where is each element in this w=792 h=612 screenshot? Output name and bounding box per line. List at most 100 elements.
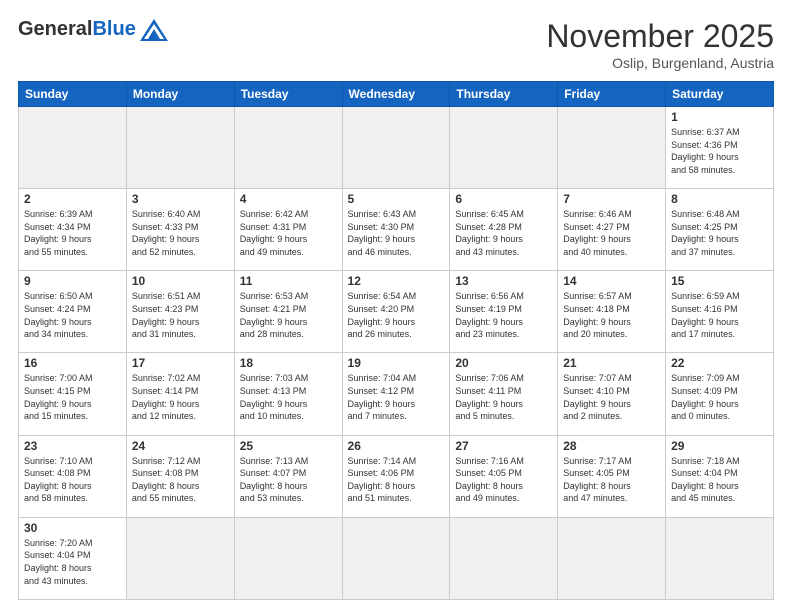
day-number: 11	[240, 274, 337, 288]
calendar-cell: 20Sunrise: 7:06 AM Sunset: 4:11 PM Dayli…	[450, 353, 558, 435]
calendar-cell	[558, 107, 666, 189]
calendar-cell: 2 Sunrise: 6:39 AM Sunset: 4:34 PM Daylig…	[19, 189, 127, 271]
calendar-header-saturday: Saturday	[666, 82, 774, 107]
day-number: 6	[455, 192, 552, 206]
calendar-week-row: 16 Sunrise: 7:00 AM Sunset: 4:15 PM Dayli…	[19, 353, 774, 435]
day-number: 28	[563, 439, 660, 453]
calendar-cell	[342, 107, 450, 189]
day-number: 14	[563, 274, 660, 288]
day-info: Sunrise: 6:59 AM Sunset: 4:16 PM Dayligh…	[671, 290, 768, 340]
day-number: 2	[24, 192, 121, 206]
calendar-cell: 7 Sunrise: 6:46 AM Sunset: 4:27 PM Daylig…	[558, 189, 666, 271]
calendar-cell	[126, 107, 234, 189]
day-info: Sunrise: 7:02 AM Sunset: 4:14 PM Dayligh…	[132, 372, 229, 422]
day-info: Sunrise: 7:20 AM Sunset: 4:04 PM Dayligh…	[24, 537, 121, 587]
day-number: 27	[455, 439, 552, 453]
day-info: Sunrise: 7:04 AM Sunset: 4:12 PM Dayligh…	[348, 372, 445, 422]
calendar-cell: 6 Sunrise: 6:45 AM Sunset: 4:28 PM Daylig…	[450, 189, 558, 271]
day-number: 12	[348, 274, 445, 288]
day-number: 18	[240, 356, 337, 370]
calendar-cell	[558, 517, 666, 599]
calendar-cell	[450, 517, 558, 599]
calendar-header-tuesday: Tuesday	[234, 82, 342, 107]
day-info: Sunrise: 7:07 AM Sunset: 4:10 PM Dayligh…	[563, 372, 660, 422]
calendar-cell: 26 Sunrise: 7:14 AM Sunset: 4:06 PM Dayli…	[342, 435, 450, 517]
calendar-cell: 30 Sunrise: 7:20 AM Sunset: 4:04 PM Dayli…	[19, 517, 127, 599]
day-number: 3	[132, 192, 229, 206]
calendar-cell: 11 Sunrise: 6:53 AM Sunset: 4:21 PM Dayli…	[234, 271, 342, 353]
day-info: Sunrise: 7:18 AM Sunset: 4:04 PM Dayligh…	[671, 455, 768, 505]
calendar-week-row: 30 Sunrise: 7:20 AM Sunset: 4:04 PM Dayli…	[19, 517, 774, 599]
calendar-cell: 15 Sunrise: 6:59 AM Sunset: 4:16 PM Dayli…	[666, 271, 774, 353]
calendar-cell: 22Sunrise: 7:09 AM Sunset: 4:09 PM Dayli…	[666, 353, 774, 435]
day-info: Sunrise: 6:46 AM Sunset: 4:27 PM Dayligh…	[563, 208, 660, 258]
calendar-cell: 4 Sunrise: 6:42 AM Sunset: 4:31 PM Daylig…	[234, 189, 342, 271]
day-info: Sunrise: 6:42 AM Sunset: 4:31 PM Dayligh…	[240, 208, 337, 258]
day-info: Sunrise: 7:14 AM Sunset: 4:06 PM Dayligh…	[348, 455, 445, 505]
calendar-cell: 14 Sunrise: 6:57 AM Sunset: 4:18 PM Dayli…	[558, 271, 666, 353]
day-number: 26	[348, 439, 445, 453]
calendar-cell	[450, 107, 558, 189]
calendar-cell: 21 Sunrise: 7:07 AM Sunset: 4:10 PM Dayli…	[558, 353, 666, 435]
calendar-table: SundayMondayTuesdayWednesdayThursdayFrid…	[18, 81, 774, 600]
calendar-cell	[342, 517, 450, 599]
calendar-cell	[126, 517, 234, 599]
calendar-cell: 23Sunrise: 7:10 AM Sunset: 4:08 PM Dayli…	[19, 435, 127, 517]
logo-icon	[140, 19, 168, 41]
day-info: Sunrise: 7:06 AM Sunset: 4:11 PM Dayligh…	[455, 372, 552, 422]
calendar-cell: 19Sunrise: 7:04 AM Sunset: 4:12 PM Dayli…	[342, 353, 450, 435]
day-number: 24	[132, 439, 229, 453]
calendar-header-row: SundayMondayTuesdayWednesdayThursdayFrid…	[19, 82, 774, 107]
day-number: 25	[240, 439, 337, 453]
calendar-cell: 24 Sunrise: 7:12 AM Sunset: 4:08 PM Dayli…	[126, 435, 234, 517]
day-number: 15	[671, 274, 768, 288]
day-number: 7	[563, 192, 660, 206]
calendar-cell: 18 Sunrise: 7:03 AM Sunset: 4:13 PM Dayli…	[234, 353, 342, 435]
day-number: 16	[24, 356, 121, 370]
calendar-week-row: 2 Sunrise: 6:39 AM Sunset: 4:34 PM Daylig…	[19, 189, 774, 271]
logo: General Blue	[18, 18, 168, 41]
month-title: November 2025	[546, 18, 774, 55]
calendar-cell	[666, 517, 774, 599]
calendar-cell: 3 Sunrise: 6:40 AM Sunset: 4:33 PM Daylig…	[126, 189, 234, 271]
day-number: 4	[240, 192, 337, 206]
calendar-cell: 28Sunrise: 7:17 AM Sunset: 4:05 PM Dayli…	[558, 435, 666, 517]
calendar-cell	[234, 107, 342, 189]
day-info: Sunrise: 7:03 AM Sunset: 4:13 PM Dayligh…	[240, 372, 337, 422]
calendar-cell	[19, 107, 127, 189]
day-info: Sunrise: 6:40 AM Sunset: 4:33 PM Dayligh…	[132, 208, 229, 258]
day-info: Sunrise: 6:54 AM Sunset: 4:20 PM Dayligh…	[348, 290, 445, 340]
calendar-week-row: 9Sunrise: 6:50 AM Sunset: 4:24 PM Daylig…	[19, 271, 774, 353]
day-number: 21	[563, 356, 660, 370]
day-info: Sunrise: 7:12 AM Sunset: 4:08 PM Dayligh…	[132, 455, 229, 505]
day-info: Sunrise: 6:53 AM Sunset: 4:21 PM Dayligh…	[240, 290, 337, 340]
day-info: Sunrise: 6:51 AM Sunset: 4:23 PM Dayligh…	[132, 290, 229, 340]
calendar-header-sunday: Sunday	[19, 82, 127, 107]
calendar-header-thursday: Thursday	[450, 82, 558, 107]
calendar-header-friday: Friday	[558, 82, 666, 107]
day-info: Sunrise: 7:16 AM Sunset: 4:05 PM Dayligh…	[455, 455, 552, 505]
day-info: Sunrise: 6:45 AM Sunset: 4:28 PM Dayligh…	[455, 208, 552, 258]
day-number: 8	[671, 192, 768, 206]
day-info: Sunrise: 6:57 AM Sunset: 4:18 PM Dayligh…	[563, 290, 660, 340]
location: Oslip, Burgenland, Austria	[546, 55, 774, 71]
day-number: 13	[455, 274, 552, 288]
day-info: Sunrise: 6:56 AM Sunset: 4:19 PM Dayligh…	[455, 290, 552, 340]
day-number: 1	[671, 110, 768, 124]
day-info: Sunrise: 7:13 AM Sunset: 4:07 PM Dayligh…	[240, 455, 337, 505]
day-number: 30	[24, 521, 121, 535]
day-number: 5	[348, 192, 445, 206]
calendar-cell: 16 Sunrise: 7:00 AM Sunset: 4:15 PM Dayli…	[19, 353, 127, 435]
day-info: Sunrise: 6:37 AM Sunset: 4:36 PM Dayligh…	[671, 126, 768, 176]
calendar-cell: 29Sunrise: 7:18 AM Sunset: 4:04 PM Dayli…	[666, 435, 774, 517]
day-number: 23	[24, 439, 121, 453]
calendar-week-row: 23Sunrise: 7:10 AM Sunset: 4:08 PM Dayli…	[19, 435, 774, 517]
day-info: Sunrise: 6:43 AM Sunset: 4:30 PM Dayligh…	[348, 208, 445, 258]
day-number: 9	[24, 274, 121, 288]
day-info: Sunrise: 6:39 AM Sunset: 4:34 PM Dayligh…	[24, 208, 121, 258]
calendar-cell: 17Sunrise: 7:02 AM Sunset: 4:14 PM Dayli…	[126, 353, 234, 435]
day-info: Sunrise: 7:00 AM Sunset: 4:15 PM Dayligh…	[24, 372, 121, 422]
logo-general-text: General	[18, 18, 92, 41]
title-block: November 2025 Oslip, Burgenland, Austria	[546, 18, 774, 71]
calendar-cell: 8Sunrise: 6:48 AM Sunset: 4:25 PM Daylig…	[666, 189, 774, 271]
